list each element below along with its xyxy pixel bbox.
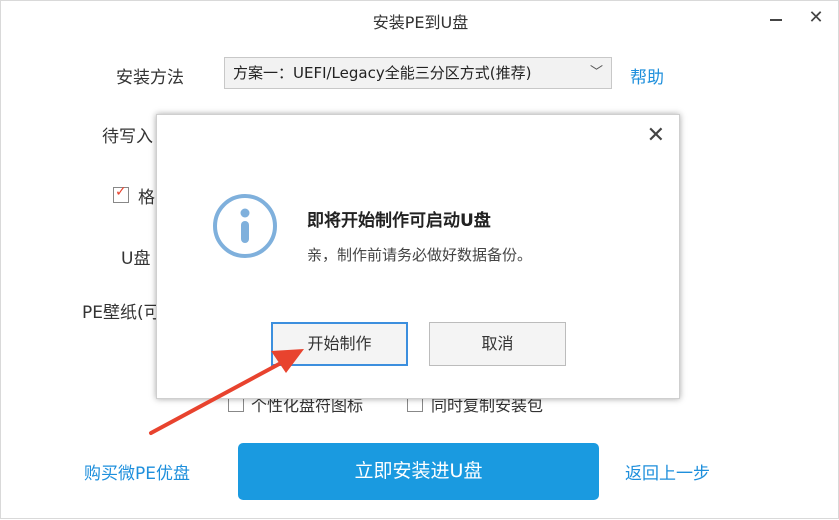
start-button[interactable]: 开始制作 bbox=[271, 322, 408, 366]
info-icon bbox=[213, 194, 277, 258]
install-method-select[interactable]: 方案一：UEFI/Legacy全能三分区方式(推荐) ﹀ bbox=[224, 57, 612, 89]
dialog-message: 亲，制作前请务必做好数据备份。 bbox=[307, 246, 533, 264]
install-method-label: 安装方法 bbox=[116, 68, 184, 88]
dialog-title: 即将开始制作可启动U盘 bbox=[307, 211, 491, 231]
minimize-button[interactable] bbox=[765, 7, 787, 29]
cancel-button[interactable]: 取消 bbox=[429, 322, 566, 366]
window-title: 安装PE到U盘 bbox=[372, 13, 469, 32]
close-window-button[interactable]: ✕ bbox=[805, 7, 827, 29]
installer-window: 安装PE到U盘 ✕ 安装方法 方案一：UEFI/Legacy全能三分区方式(推荐… bbox=[0, 0, 839, 519]
wallpaper-label: PE壁纸(可 bbox=[82, 303, 161, 323]
format-checkbox[interactable] bbox=[113, 184, 129, 203]
install-method-value: 方案一：UEFI/Legacy全能三分区方式(推荐) bbox=[233, 64, 532, 82]
back-link[interactable]: 返回上一步 bbox=[625, 459, 710, 484]
close-icon[interactable]: ✕ bbox=[647, 123, 665, 148]
write-target-label: 待写入 bbox=[102, 127, 153, 147]
format-label: 格 bbox=[138, 188, 155, 208]
install-to-usb-button[interactable]: 立即安装进U盘 bbox=[238, 443, 599, 500]
udisk-label: U盘 bbox=[121, 249, 151, 269]
title-bar: 安装PE到U盘 ✕ bbox=[1, 1, 839, 35]
buy-usb-link[interactable]: 购买微PE优盘 bbox=[84, 459, 190, 484]
chevron-down-icon: ﹀ bbox=[589, 65, 603, 80]
confirm-dialog: ✕ 即将开始制作可启动U盘 亲，制作前请务必做好数据备份。 开始制作 取消 bbox=[156, 114, 680, 399]
help-link[interactable]: 帮助 bbox=[630, 63, 664, 88]
